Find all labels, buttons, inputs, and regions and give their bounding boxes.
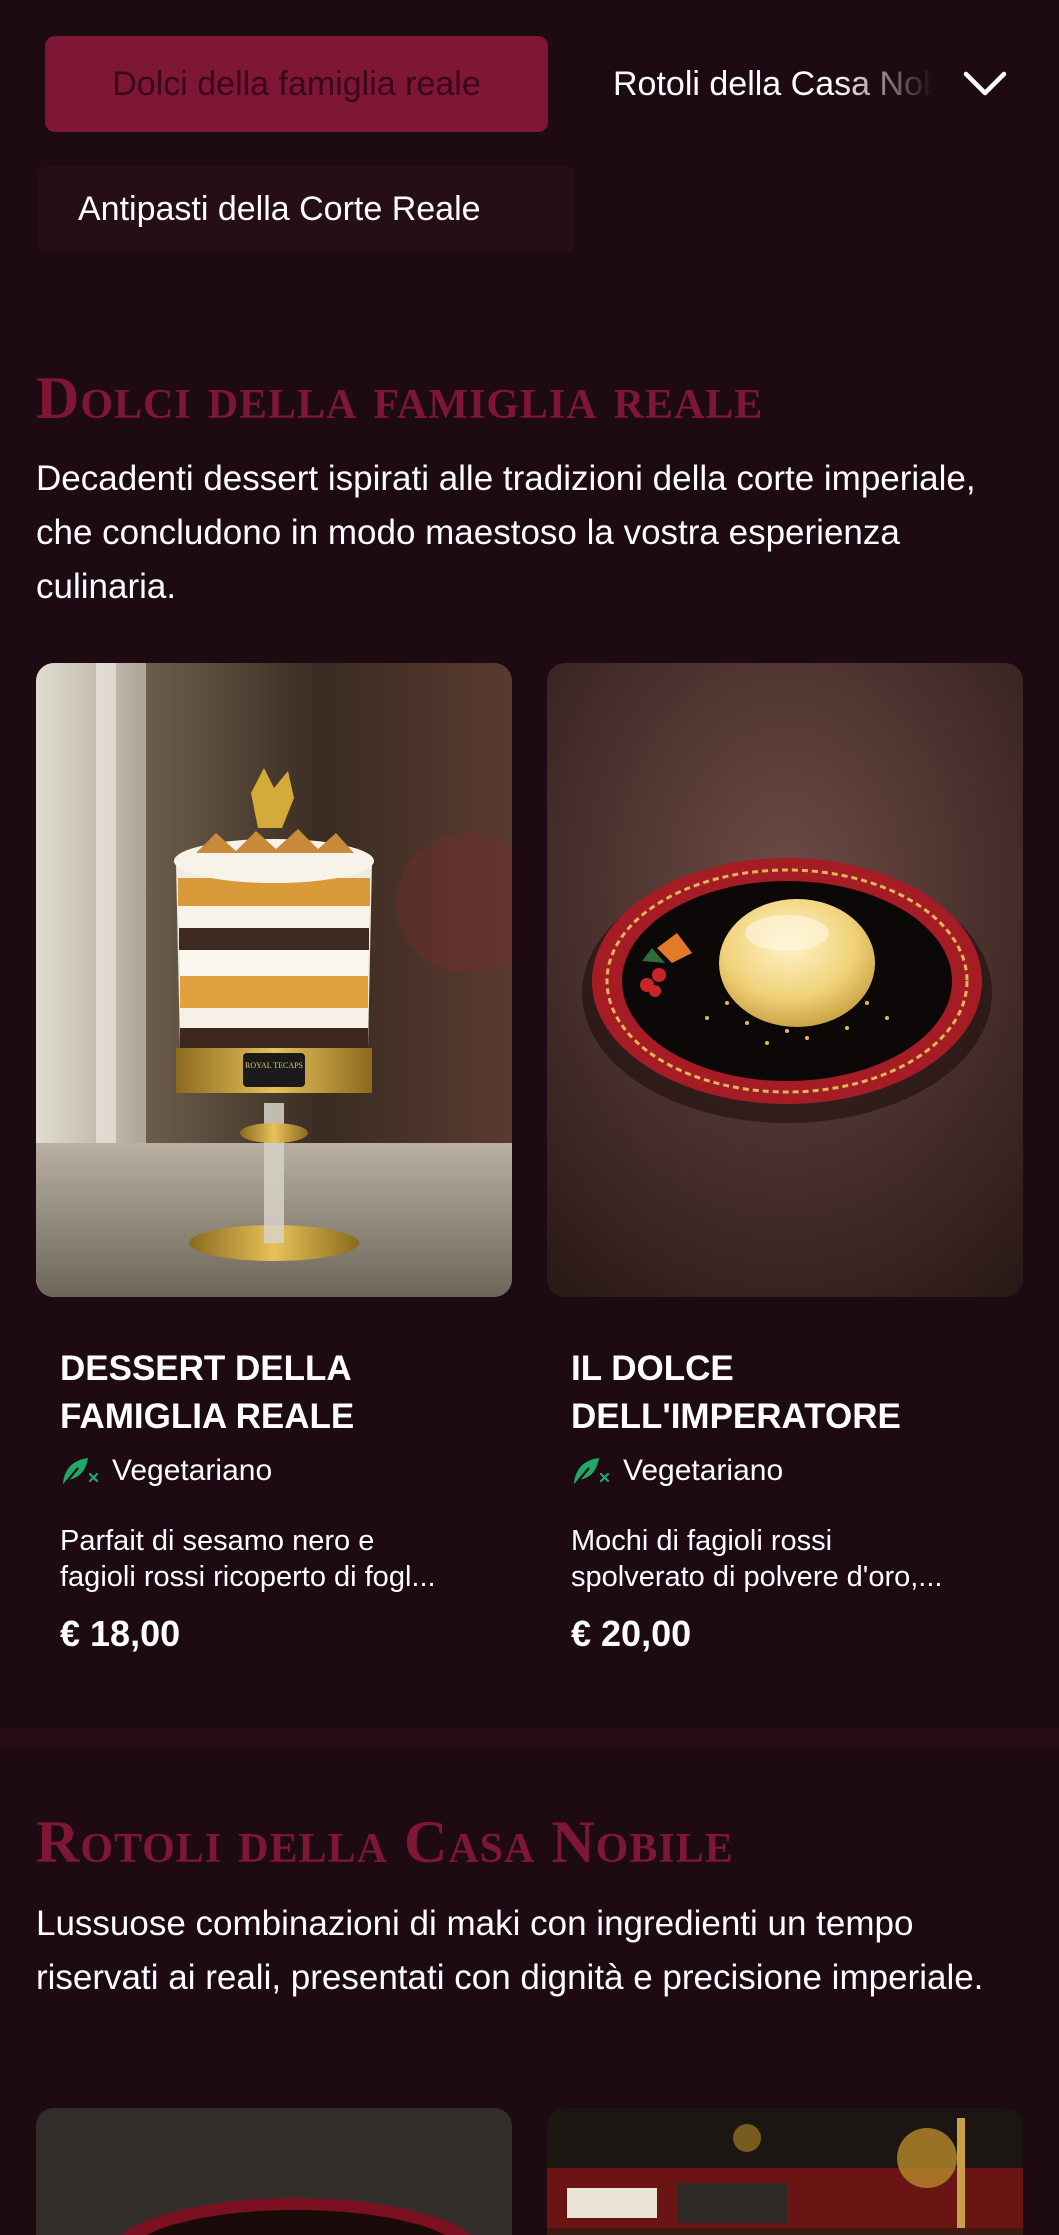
dessert-photo — [547, 663, 1023, 1297]
diet-label: Vegetariano — [623, 1454, 784, 1487]
item-description-line: spolverato di polvere d'oro,... — [571, 1561, 943, 1593]
section-description-dolci: Decadenti dessert ispirati alle tradizio… — [36, 459, 976, 606]
menu-item-card[interactable] — [36, 2108, 512, 2235]
leaf-icon — [62, 1458, 99, 1487]
dish-photo — [36, 2108, 512, 2235]
category-nav: Dolci della famiglia reale Rotoli della … — [0, 0, 1059, 260]
category-tab-rotoli[interactable]: Rotoli della Casa Nobile — [613, 36, 933, 132]
diet-label: Vegetariano — [112, 1454, 273, 1487]
item-price: € 18,00 — [60, 1613, 181, 1654]
dish-photo — [547, 2108, 1023, 2235]
section-title-dolci: Dolci della famiglia reale — [36, 365, 764, 431]
item-name: IL DOLCE DELL'IMPERATORE — [571, 1345, 1001, 1441]
diet-badge: Vegetariano — [60, 1451, 272, 1491]
diet-badge: Vegetariano — [571, 1451, 783, 1491]
leaf-icon — [573, 1458, 610, 1487]
item-description-line: fagioli rossi ricoperto di fogl... — [60, 1561, 436, 1593]
chevron-down-icon — [963, 71, 1007, 96]
menu-page: Dolci della famiglia reale Rotoli della … — [0, 0, 1059, 2235]
item-description-line: Parfait di sesamo nero e — [60, 1525, 375, 1557]
jar-label: ROYAL TECAPS — [245, 1061, 303, 1070]
item-description: Parfait di sesamo nero e fagioli rossi r… — [60, 1523, 500, 1595]
item-description: Mochi di fagioli rossi spolverato di pol… — [571, 1523, 1011, 1595]
item-name-line: IL DOLCE — [571, 1349, 734, 1388]
category-tab-antipasti[interactable]: Antipasti della Corte Reale — [38, 166, 574, 252]
category-tab-dolci[interactable]: Dolci della famiglia reale — [45, 36, 548, 132]
item-price: € 20,00 — [571, 1613, 692, 1654]
item-name-line: DELL'IMPERATORE — [571, 1397, 901, 1436]
section-description-rotoli: Lussuose combinazioni di maki con ingred… — [36, 1904, 984, 1997]
section-divider — [0, 1728, 1059, 1746]
item-description-line: Mochi di fagioli rossi — [571, 1525, 833, 1557]
section-title-rotoli: Rotoli della Casa Nobile — [36, 1809, 734, 1875]
dessert-photo: ROYAL TECAPS — [36, 663, 512, 1297]
item-name: DESSERT DELLA FAMIGLIA REALE — [60, 1345, 490, 1441]
item-name-line: FAMIGLIA REALE — [60, 1397, 355, 1436]
menu-item-card[interactable]: ROYAL TECAPS DESSERT DELLA FAMIGLIA REAL… — [36, 663, 512, 1663]
menu-item-card[interactable]: IL DOLCE DELL'IMPERATORE Vegetariano Moc… — [547, 663, 1023, 1663]
menu-item-card[interactable] — [547, 2108, 1023, 2235]
item-name-line: DESSERT DELLA — [60, 1349, 352, 1388]
category-expand-button[interactable] — [955, 56, 1015, 112]
